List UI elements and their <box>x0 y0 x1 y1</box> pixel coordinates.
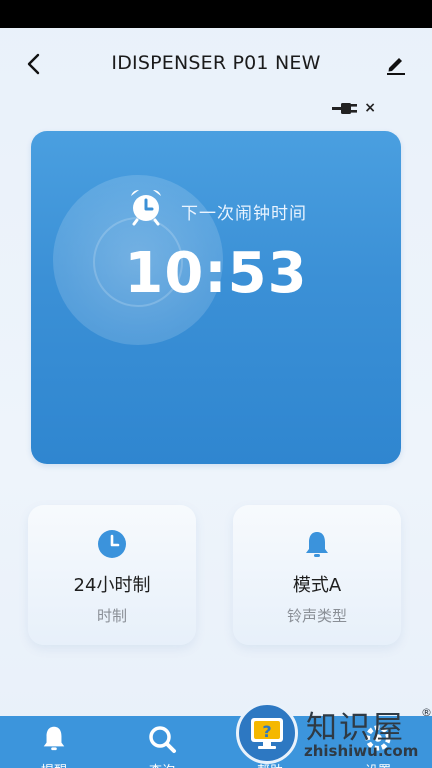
watermark-url: zhishiwu.com <box>304 742 419 760</box>
next-alarm-label: 下一次闹钟时间 <box>181 204 307 224</box>
next-alarm-card[interactable]: 下一次闹钟时间 10:53 <box>31 131 401 464</box>
watermark-registered: ® <box>421 706 432 719</box>
watermark-badge: ? <box>236 702 298 764</box>
disconnected-mark: × <box>364 100 376 116</box>
ringtone-type-value: 模式A <box>292 575 342 596</box>
ringtone-type-tile[interactable]: 模式A 铃声类型 <box>233 505 401 645</box>
next-alarm-time: 10:53 <box>124 241 308 306</box>
status-bar <box>0 0 432 28</box>
pencil-icon <box>387 58 405 75</box>
back-button[interactable] <box>20 50 48 78</box>
connection-status: × <box>332 100 376 116</box>
page-title: IDISPENSER P01 NEW <box>111 52 321 74</box>
nav-label: 提醒 <box>41 760 67 768</box>
nav-item-reminder[interactable]: 提醒 <box>0 716 108 768</box>
chevron-left-icon <box>27 53 40 75</box>
monitor-question-icon: ? <box>251 718 283 749</box>
watermark: ? 知识屋 ® zhishiwu.com <box>236 700 432 768</box>
nav-item-query[interactable]: 查询 <box>108 716 216 768</box>
ringtone-type-label: 铃声类型 <box>286 607 347 625</box>
watermark-title: 知识屋 <box>306 710 405 746</box>
search-icon <box>149 726 176 753</box>
time-format-tile[interactable]: 24小时制 时制 <box>28 505 196 645</box>
edit-button[interactable] <box>382 50 410 78</box>
nav-label: 查询 <box>149 760 175 768</box>
clock-icon <box>98 530 126 558</box>
time-format-label: 时制 <box>96 607 127 625</box>
header: IDISPENSER P01 NEW <box>0 28 432 98</box>
alarm-clock-icon <box>131 190 161 226</box>
plug-disconnected-icon <box>332 103 358 114</box>
svg-text:?: ? <box>262 722 271 741</box>
bell-icon <box>43 726 65 751</box>
bell-icon <box>306 532 328 557</box>
time-format-value: 24小时制 <box>73 575 151 596</box>
